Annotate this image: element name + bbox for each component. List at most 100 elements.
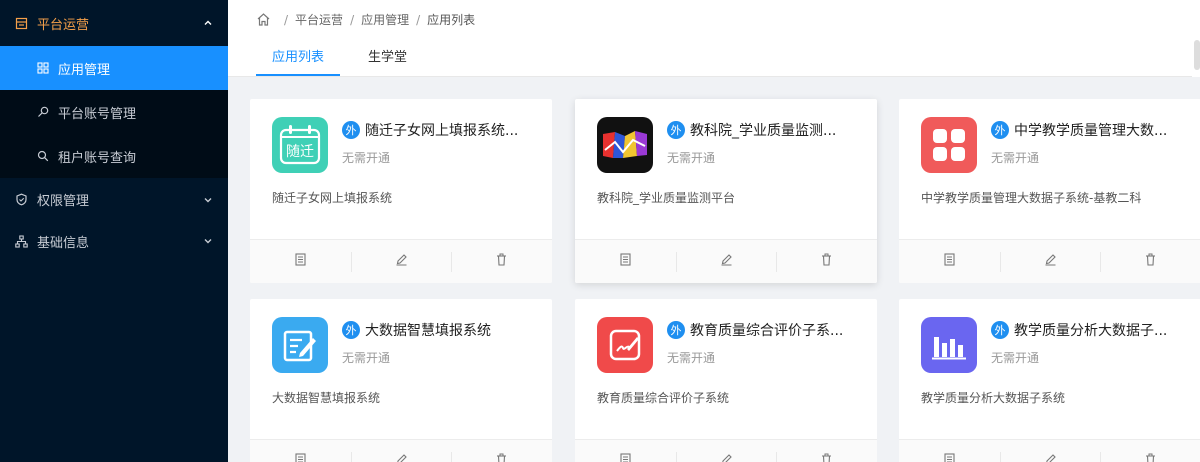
document-icon bbox=[294, 253, 307, 270]
tab-shengxuetang[interactable]: 生学堂 bbox=[352, 40, 423, 76]
delete-button[interactable] bbox=[1100, 440, 1200, 462]
colorful-logo-icon bbox=[597, 117, 653, 173]
external-badge: 外 bbox=[991, 321, 1009, 339]
detail-button[interactable] bbox=[250, 240, 351, 283]
app-card[interactable]: 外 教科院_学业质量监测... 无需开通 教科院_学业质量监测平台 bbox=[575, 99, 877, 283]
card-actions bbox=[575, 439, 877, 462]
menu-group-platform-ops[interactable]: 平台运营 bbox=[0, 0, 228, 46]
card-actions bbox=[250, 439, 552, 462]
card-description: 教学质量分析大数据子系统 bbox=[921, 391, 1066, 405]
detail-button[interactable] bbox=[899, 440, 1000, 462]
card-title-row: 外 教学质量分析大数据子... bbox=[991, 320, 1189, 340]
app-card[interactable]: 外 教学质量分析大数据子... 无需开通 教学质量分析大数据子系统 bbox=[899, 299, 1200, 462]
sidebar-item-app-management[interactable]: 应用管理 bbox=[0, 46, 228, 90]
card-title[interactable]: 教育质量综合评价子系... bbox=[690, 320, 843, 340]
document-icon bbox=[619, 253, 632, 270]
chevron-down-icon bbox=[202, 194, 214, 206]
edit-button[interactable] bbox=[675, 440, 777, 462]
external-badge: 外 bbox=[342, 321, 360, 339]
search-key-icon bbox=[36, 106, 49, 119]
card-status: 无需开通 bbox=[667, 351, 716, 365]
tab-app-list[interactable]: 应用列表 bbox=[256, 40, 341, 76]
edit-button[interactable] bbox=[350, 440, 452, 462]
card-actions bbox=[250, 239, 552, 283]
delete-button[interactable] bbox=[776, 240, 877, 283]
scrollbar-thumb[interactable] bbox=[1194, 40, 1200, 70]
signature-icon bbox=[597, 317, 653, 373]
trash-icon bbox=[495, 253, 508, 270]
detail-button[interactable] bbox=[250, 440, 351, 462]
breadcrumb-item-app-management[interactable]: 应用管理 bbox=[361, 11, 409, 28]
pencil-icon bbox=[720, 253, 733, 270]
document-icon bbox=[943, 453, 956, 462]
app-card[interactable]: 随迁 外 随迁子女网上填报系统... 无需开通 随迁子女网上填报系统 bbox=[250, 99, 552, 283]
card-title-row: 外 教育质量综合评价子系... bbox=[667, 320, 865, 340]
app-card[interactable]: 外 大数据智慧填报系统 无需开通 大数据智慧填报系统 bbox=[250, 299, 552, 462]
card-title[interactable]: 随迁子女网上填报系统... bbox=[365, 120, 518, 140]
card-description: 教育质量综合评价子系统 bbox=[597, 391, 730, 405]
trash-icon bbox=[820, 253, 833, 270]
trash-icon bbox=[1144, 453, 1157, 462]
delete-button[interactable] bbox=[776, 440, 877, 462]
calendar-app-icon: 随迁 bbox=[272, 117, 328, 173]
document-icon bbox=[294, 453, 307, 462]
sidebar-item-label: 平台账号管理 bbox=[58, 106, 137, 122]
sidebar-item-label: 租户账号查询 bbox=[58, 150, 137, 166]
delete-button[interactable] bbox=[451, 240, 552, 283]
card-title[interactable]: 大数据智慧填报系统 bbox=[365, 320, 491, 340]
card-title[interactable]: 中学教学质量管理大数... bbox=[1014, 120, 1167, 140]
breadcrumb-separator: / bbox=[416, 12, 421, 27]
menu-group-label: 权限管理 bbox=[37, 194, 90, 209]
sidebar: 平台运营 应用管理 平台账号管理 租户账号查询 权限管理 基础信息 bbox=[0, 0, 228, 462]
tabs: 应用列表 生学堂 bbox=[256, 40, 435, 76]
bar-chart-icon bbox=[921, 317, 977, 373]
edit-note-icon bbox=[272, 317, 328, 373]
pencil-icon bbox=[395, 253, 408, 270]
sidebar-item-label: 应用管理 bbox=[58, 62, 111, 78]
card-description: 教科院_学业质量监测平台 bbox=[597, 191, 736, 205]
org-tree-icon bbox=[14, 234, 28, 248]
delete-button[interactable] bbox=[451, 440, 552, 462]
card-status: 无需开通 bbox=[991, 151, 1040, 165]
trash-icon bbox=[820, 453, 833, 462]
card-title-row: 外 中学教学质量管理大数... bbox=[991, 120, 1189, 140]
breadcrumb-item-app-list: 应用列表 bbox=[427, 13, 476, 27]
breadcrumb-separator: / bbox=[350, 12, 355, 27]
detail-button[interactable] bbox=[575, 240, 676, 283]
submenu-platform-ops: 应用管理 平台账号管理 租户账号查询 bbox=[0, 46, 228, 178]
app-card[interactable]: 外 中学教学质量管理大数... 无需开通 中学教学质量管理大数据子系统-基教二科 bbox=[899, 99, 1200, 283]
detail-button[interactable] bbox=[575, 440, 676, 462]
chevron-down-icon bbox=[202, 235, 214, 247]
card-status: 无需开通 bbox=[342, 351, 391, 365]
card-description: 大数据智慧填报系统 bbox=[272, 391, 381, 405]
pencil-icon bbox=[395, 453, 408, 462]
menu-group-permissions[interactable]: 权限管理 bbox=[0, 178, 228, 221]
breadcrumb-separator: / bbox=[284, 12, 289, 27]
menu-group-basic-info[interactable]: 基础信息 bbox=[0, 221, 228, 261]
pencil-icon bbox=[1044, 453, 1057, 462]
external-badge: 外 bbox=[667, 321, 685, 339]
edit-button[interactable] bbox=[350, 240, 452, 283]
sidebar-item-tenant-accounts[interactable]: 租户账号查询 bbox=[0, 134, 228, 178]
sidebar-item-platform-accounts[interactable]: 平台账号管理 bbox=[0, 90, 228, 134]
menu-group-label: 基础信息 bbox=[37, 235, 90, 251]
app-card[interactable]: 外 教育质量综合评价子系... 无需开通 教育质量综合评价子系统 bbox=[575, 299, 877, 462]
document-icon bbox=[619, 453, 632, 462]
app-icon-text: 随迁 bbox=[286, 144, 314, 160]
edit-button[interactable] bbox=[999, 240, 1101, 283]
building-icon bbox=[14, 16, 28, 30]
delete-button[interactable] bbox=[1100, 240, 1200, 283]
pencil-icon bbox=[720, 453, 733, 462]
edit-button[interactable] bbox=[999, 440, 1101, 462]
breadcrumb-item-platform-ops[interactable]: 平台运营 bbox=[295, 11, 343, 28]
page-header: / 平台运营 / 应用管理 / 应用列表 应用列表 生学堂 bbox=[228, 0, 1200, 77]
card-title-row: 外 大数据智慧填报系统 bbox=[342, 320, 540, 340]
card-title[interactable]: 教科院_学业质量监测... bbox=[690, 120, 836, 140]
card-title[interactable]: 教学质量分析大数据子... bbox=[1014, 320, 1167, 340]
card-status: 无需开通 bbox=[667, 151, 716, 165]
detail-button[interactable] bbox=[899, 240, 1000, 283]
card-actions bbox=[899, 439, 1200, 462]
card-title-row: 外 随迁子女网上填报系统... bbox=[342, 120, 540, 140]
edit-button[interactable] bbox=[675, 240, 777, 283]
home-icon[interactable] bbox=[256, 12, 271, 27]
